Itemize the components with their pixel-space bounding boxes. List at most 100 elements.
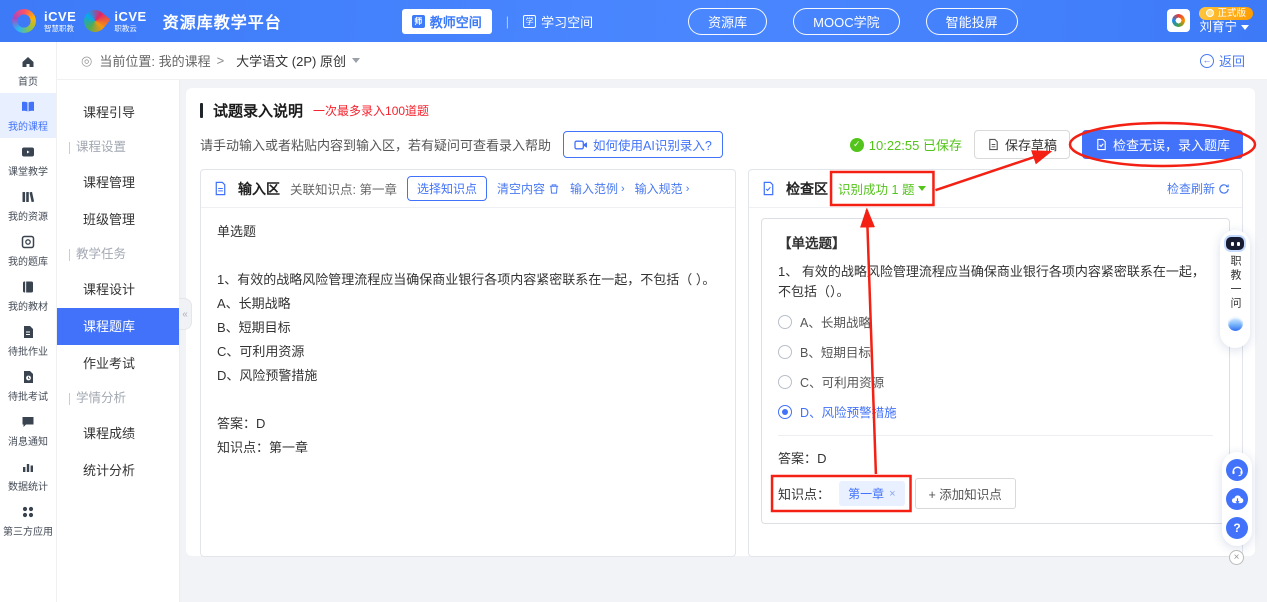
sidebar-item-message-notifications[interactable]: 消息通知 — [0, 408, 56, 453]
wave-logo-icon — [1228, 316, 1243, 331]
menu-item-class-management[interactable]: 班级管理 — [57, 201, 179, 238]
chevron-down-icon — [918, 186, 926, 191]
mooc-college-button[interactable]: MOOC学院 — [793, 8, 899, 35]
option-b[interactable]: B、短期目标 — [778, 342, 1213, 361]
sidebar-item-my-courses[interactable]: 我的课程 — [0, 93, 56, 138]
radio-b-icon[interactable] — [778, 345, 792, 359]
smart-cast-button[interactable]: 智能投屏 — [926, 8, 1018, 35]
recognized-question-card: 【单选题】 1、 有效的战略风险管理流程应当确保商业银行各项内容紧密联系在一起，… — [761, 218, 1230, 524]
headset-button[interactable] — [1226, 459, 1248, 481]
qa-tab-label: 职教一问 — [1227, 255, 1243, 311]
radio-d-icon[interactable] — [778, 405, 792, 419]
menu-item-homework-exam[interactable]: 作业考试 — [57, 345, 179, 382]
course-menu: 课程引导 课程设置 课程管理 班级管理 教学任务 课程设计 课程题库 作业考试 … — [57, 80, 180, 602]
option-c[interactable]: C、可利用资源 — [778, 372, 1213, 391]
menu-group-teaching-tasks: 教学任务 — [57, 238, 179, 271]
save-draft-button[interactable]: 保存草稿 — [974, 130, 1070, 159]
logo1-sub: 智慧职教 — [44, 25, 76, 33]
sidebar-item-my-textbooks[interactable]: 我的教材 — [0, 273, 56, 318]
zhijiao-qa-tab[interactable]: 职教一问 — [1220, 230, 1250, 348]
kp-row: 知识点： 第一章 × + 添加知识点 — [778, 478, 1213, 509]
menu-item-course-question-bank[interactable]: 课程题库 — [57, 308, 179, 345]
radio-c-icon[interactable] — [778, 375, 792, 389]
heading-bar — [200, 103, 203, 118]
submit-button[interactable]: 检查无误，录入题库 — [1082, 130, 1243, 159]
recognition-status[interactable]: 识别成功 1 题 — [838, 179, 926, 198]
sidebar-item-my-question-bank[interactable]: 我的题库 — [0, 228, 56, 273]
menu-group-learning-analysis: 学情分析 — [57, 382, 179, 415]
kp-label: 知识点： — [778, 484, 830, 503]
mini-app-icon[interactable] — [1167, 9, 1190, 32]
breadcrumb-course[interactable]: 大学语文 (2P) 原创 — [236, 51, 346, 70]
check-panel-title: 检查区 — [786, 179, 828, 199]
chevron-down-icon — [1241, 25, 1249, 30]
headset-icon — [1231, 464, 1244, 477]
question-entry-card: 试题录入说明 一次最多录入100道题 请手动输入或者粘贴内容到输入区，若有疑问可… — [186, 88, 1255, 556]
sidebar-item-pending-exams[interactable]: 待批考试 — [0, 363, 56, 408]
question-button[interactable]: ? — [1226, 517, 1248, 539]
student-space-button[interactable]: 学 学习空间 — [523, 12, 593, 31]
app-window: iCVE 智慧职教 iCVE 职教云 资源库教学平台 师 教师空间 | 学 学习… — [0, 0, 1267, 602]
add-kp-button[interactable]: + 添加知识点 — [915, 478, 1016, 509]
resource-library-button[interactable]: 资源库 — [688, 8, 767, 35]
clear-content-button[interactable]: 清空内容 — [497, 180, 560, 197]
menu-item-statistical-analysis[interactable]: 统计分析 — [57, 452, 179, 489]
student-space-icon: 学 — [523, 15, 536, 28]
option-d-selected[interactable]: D、风险预警措施 — [778, 402, 1213, 421]
icve-logo-icon — [12, 9, 36, 33]
sidebar-item-data-statistics[interactable]: 数据统计 — [0, 453, 56, 498]
question-type: 【单选题】 — [778, 232, 1213, 252]
user-menu[interactable]: 刘育宁 — [1199, 20, 1249, 35]
check-panel: 检查区 识别成功 1 题 检查刷新 【单选题】 1、 — [748, 169, 1243, 557]
chevron-down-icon[interactable] — [352, 58, 360, 63]
breadcrumb-location: 当前位置: 我的课程 — [99, 51, 210, 70]
space-nav: 师 教师空间 | 学 学习空间 — [402, 9, 593, 34]
video-play-icon — [20, 144, 36, 160]
input-example-link[interactable]: 输入范例› — [570, 180, 625, 197]
logo1-name: iCVE — [44, 10, 76, 23]
back-button[interactable]: ← 返回 — [1200, 51, 1245, 70]
select-kp-button[interactable]: 选择知识点 — [407, 176, 487, 201]
document-check-blue-icon — [761, 181, 776, 196]
menu-item-course-guide[interactable]: 课程引导 — [57, 94, 179, 131]
sidebar-item-classroom-teaching[interactable]: 课堂教学 — [0, 138, 56, 183]
kp-tag[interactable]: 第一章 × — [839, 481, 904, 506]
user-area: 正式版 刘育宁 — [1167, 7, 1267, 35]
header-pill-nav: 资源库 MOOC学院 智能投屏 — [688, 8, 1017, 35]
check-refresh-button[interactable]: 检查刷新 — [1167, 180, 1230, 197]
grid-apps-icon — [20, 504, 36, 520]
sidebar-item-home[interactable]: 首页 — [0, 48, 56, 93]
teacher-space-button[interactable]: 师 教师空间 — [402, 9, 492, 34]
answer-value: D — [817, 451, 826, 466]
download-button[interactable] — [1226, 488, 1248, 510]
breadcrumb-separator: > — [217, 53, 225, 68]
sidebar-item-third-party-apps[interactable]: 第三方应用 — [0, 498, 56, 543]
sidebar-item-pending-homework[interactable]: 待批作业 — [0, 318, 56, 363]
user-name: 刘育宁 — [1199, 20, 1237, 35]
menu-group-course-settings: 课程设置 — [57, 131, 179, 164]
menu-collapse-handle[interactable]: « — [179, 298, 192, 330]
menu-item-course-management[interactable]: 课程管理 — [57, 164, 179, 201]
sidebar-item-my-resources[interactable]: 我的资源 — [0, 183, 56, 228]
file-check-icon — [1095, 138, 1108, 151]
answer-row: 答案：D — [778, 448, 1213, 467]
remove-tag-icon[interactable]: × — [889, 488, 895, 500]
menu-item-course-design[interactable]: 课程设计 — [57, 271, 179, 308]
ai-help-button[interactable]: 如何使用AI识别录入? — [563, 131, 723, 158]
radio-a-icon[interactable] — [778, 315, 792, 329]
document-blue-icon — [213, 181, 228, 196]
logo2-sub: 职教云 — [114, 25, 146, 33]
input-standard-link[interactable]: 输入规范› — [635, 180, 690, 197]
help-pill: ? — [1222, 452, 1252, 546]
cloud-download-icon — [1231, 493, 1244, 506]
chat-bubble-icon — [20, 414, 36, 430]
brand-area: iCVE 智慧职教 iCVE 职教云 资源库教学平台 — [0, 9, 282, 33]
option-a[interactable]: A、长期战略 — [778, 312, 1213, 331]
teacher-space-icon: 师 — [412, 15, 425, 28]
video-camera-icon — [574, 138, 588, 152]
question-input-area[interactable]: 单选题 1、有效的战略风险管理流程应当确保商业银行各项内容紧密联系在一起，不包括… — [201, 208, 735, 472]
related-kp-label: 关联知识点: 第一章 — [290, 179, 397, 198]
instruction-text: 请手动输入或者粘贴内容到输入区，若有疑问可查看录入帮助 — [200, 135, 551, 154]
close-icon[interactable]: × — [1229, 550, 1244, 565]
menu-item-course-grades[interactable]: 课程成绩 — [57, 415, 179, 452]
